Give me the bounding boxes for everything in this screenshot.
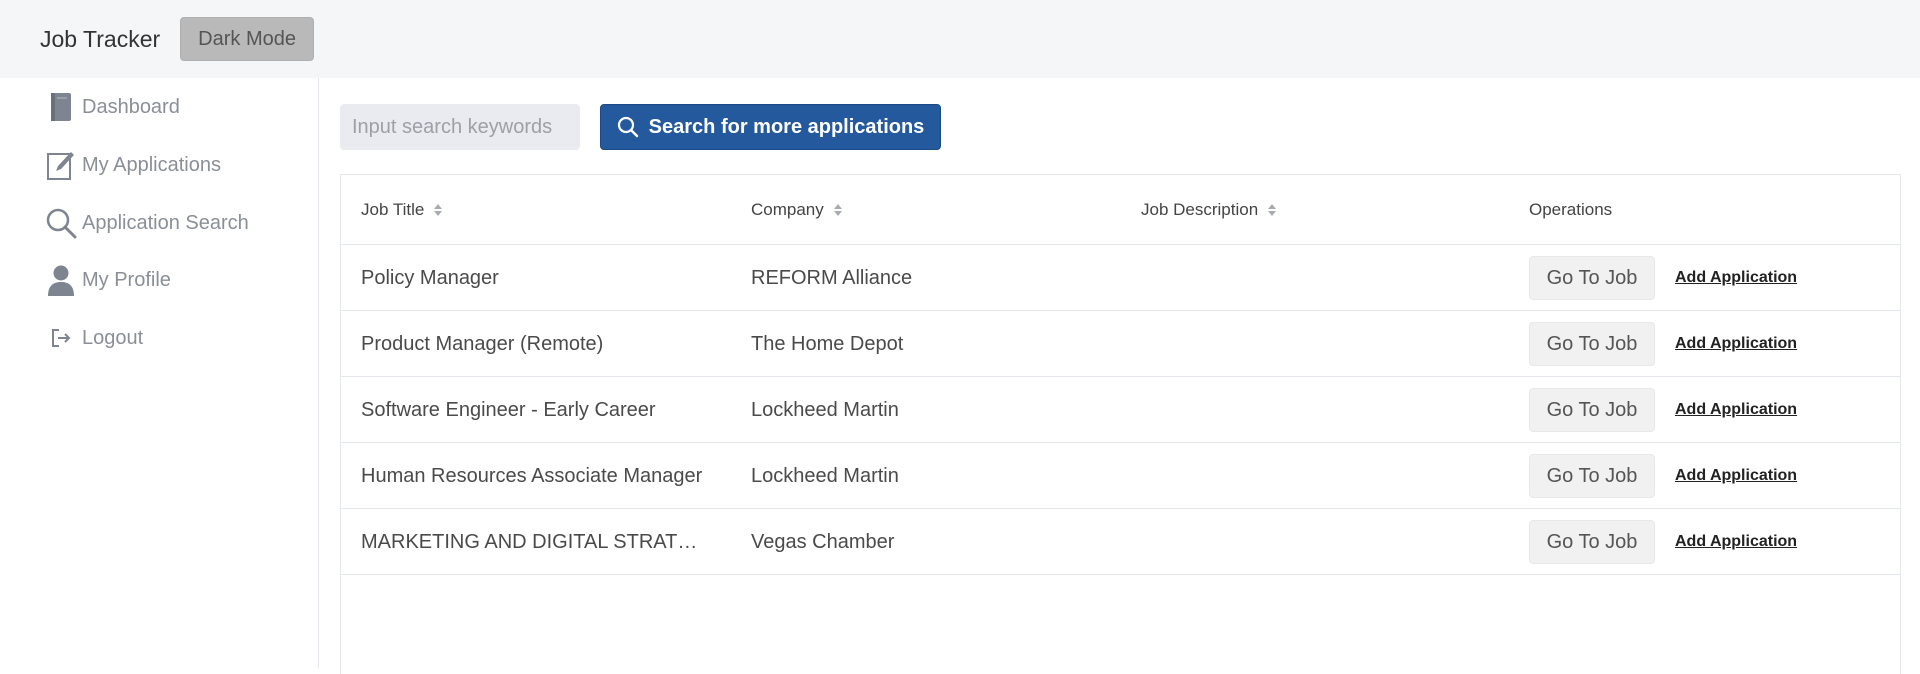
go-to-job-button[interactable]: Go To Job — [1529, 454, 1655, 498]
job-description-cell — [1141, 245, 1501, 311]
user-icon — [44, 262, 78, 298]
company-cell: Vegas Chamber — [751, 530, 895, 553]
table-header: Job Title Company Job Description Operat… — [341, 175, 1900, 245]
go-to-job-button[interactable]: Go To Job — [1529, 322, 1655, 366]
operations-cell: Go To Job Add Application — [1529, 443, 1889, 509]
company-cell: REFORM Alliance — [751, 266, 913, 289]
top-header: Job Tracker Dark Mode — [0, 0, 1920, 78]
job-description-cell — [1141, 311, 1501, 377]
table-row: MARKETING AND DIGITAL STRATEGY Vegas Cha… — [341, 509, 1900, 575]
job-title-cell: Software Engineer - Early Career — [361, 398, 656, 421]
sidebar-item-label: My Profile — [82, 268, 171, 291]
table-row: Human Resources Associate Manager Lockhe… — [341, 443, 1900, 509]
add-application-link[interactable]: Add Application — [1675, 533, 1797, 551]
column-header-job-description[interactable]: Job Description — [1141, 175, 1277, 245]
book-icon — [44, 89, 78, 125]
job-description-cell — [1141, 377, 1501, 443]
job-title-cell: Product Manager (Remote) — [361, 332, 604, 355]
sidebar: Dashboard My Applications Application Se… — [0, 78, 319, 668]
job-title-cell: Policy Manager — [361, 266, 499, 289]
sidebar-item-label: Dashboard — [82, 95, 180, 118]
add-application-link[interactable]: Add Application — [1675, 401, 1797, 419]
column-header-job-title[interactable]: Job Title — [361, 175, 443, 245]
sort-icon[interactable] — [1268, 204, 1277, 216]
search-icon — [617, 116, 639, 138]
search-applications-button[interactable]: Search for more applications — [600, 104, 941, 150]
sort-icon[interactable] — [434, 204, 443, 216]
table-row: Software Engineer - Early Career Lockhee… — [341, 377, 1900, 443]
job-description-cell — [1141, 443, 1501, 509]
edit-icon — [44, 147, 78, 183]
logout-icon — [44, 320, 78, 356]
search-button-label: Search for more applications — [648, 115, 925, 138]
sidebar-item-application-search[interactable]: Application Search — [44, 203, 249, 243]
operations-cell: Go To Job Add Application — [1529, 509, 1889, 575]
job-title-cell: Human Resources Associate Manager — [361, 464, 703, 487]
sort-icon[interactable] — [833, 204, 842, 216]
operations-cell: Go To Job Add Application — [1529, 245, 1889, 311]
company-cell: Lockheed Martin — [751, 464, 899, 487]
sidebar-item-dashboard[interactable]: Dashboard — [44, 87, 180, 127]
sidebar-item-label: Application Search — [82, 211, 249, 234]
column-header-operations: Operations — [1529, 200, 1613, 219]
table-row: Policy Manager REFORM Alliance Go To Job… — [341, 245, 1900, 311]
app-title: Job Tracker — [40, 25, 161, 52]
sidebar-item-label: My Applications — [82, 153, 221, 176]
add-application-link[interactable]: Add Application — [1675, 467, 1797, 485]
sidebar-item-logout[interactable]: Logout — [44, 318, 143, 358]
operations-cell: Go To Job Add Application — [1529, 377, 1889, 443]
applications-table: Job Title Company Job Description Operat… — [340, 174, 1901, 674]
sidebar-item-my-profile[interactable]: My Profile — [44, 260, 171, 300]
go-to-job-button[interactable]: Go To Job — [1529, 520, 1655, 564]
column-header-company[interactable]: Company — [751, 175, 842, 245]
search-input[interactable] — [340, 104, 580, 150]
job-title-cell: MARKETING AND DIGITAL STRATEGY — [361, 530, 706, 553]
dark-mode-button[interactable]: Dark Mode — [180, 17, 314, 61]
table-row: Product Manager (Remote) The Home Depot … — [341, 311, 1900, 377]
add-application-link[interactable]: Add Application — [1675, 335, 1797, 353]
sidebar-item-label: Logout — [82, 326, 144, 349]
go-to-job-button[interactable]: Go To Job — [1529, 256, 1655, 300]
job-description-cell — [1141, 509, 1501, 575]
company-cell: The Home Depot — [751, 332, 904, 355]
add-application-link[interactable]: Add Application — [1675, 269, 1797, 287]
operations-cell: Go To Job Add Application — [1529, 311, 1889, 377]
company-cell: Lockheed Martin — [751, 398, 899, 421]
go-to-job-button[interactable]: Go To Job — [1529, 388, 1655, 432]
sidebar-item-my-applications[interactable]: My Applications — [44, 145, 221, 185]
search-icon — [44, 205, 78, 241]
